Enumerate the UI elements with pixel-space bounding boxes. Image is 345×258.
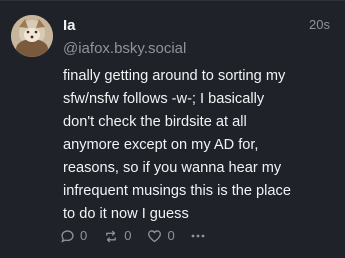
avatar-image — [11, 15, 53, 57]
post-text-line: don't check the birdsite at all — [63, 114, 247, 130]
post-text-line: finally getting around to sorting my — [63, 68, 286, 84]
repost-button[interactable]: 0 — [103, 228, 131, 244]
more-dots-icon — [191, 234, 205, 238]
post-actions: 0 0 0 — [60, 227, 221, 245]
like-button[interactable]: 0 — [147, 228, 175, 244]
post-text-line: anymore except on my AD for, — [63, 137, 259, 153]
author-display-name[interactable]: Ia — [63, 17, 76, 35]
post-card[interactable]: Ia 20s @iafox.bsky.social finally gettin… — [0, 0, 345, 258]
post-timestamp[interactable]: 20s — [309, 17, 330, 33]
avatar[interactable] — [11, 15, 53, 57]
post-text: finally getting around to sorting my sfw… — [63, 65, 335, 226]
post-text-line: reasons, so if you wanna hear my — [63, 160, 282, 176]
post-text-line: sfw/nsfw follows -w-; I basically — [63, 91, 265, 107]
more-options-button[interactable] — [191, 234, 205, 238]
heart-icon — [148, 230, 162, 243]
repost-count: 0 — [124, 228, 132, 243]
author-handle[interactable]: @iafox.bsky.social — [63, 40, 186, 58]
reply-bubble-icon — [61, 229, 74, 243]
reply-button[interactable]: 0 — [60, 228, 87, 244]
post-text-line: to do it now I guess — [63, 206, 189, 222]
reply-count: 0 — [80, 228, 88, 243]
like-count: 0 — [167, 228, 175, 243]
repost-arrows-icon — [106, 230, 117, 242]
post-text-line: infrequent musings this is the place — [63, 183, 291, 199]
